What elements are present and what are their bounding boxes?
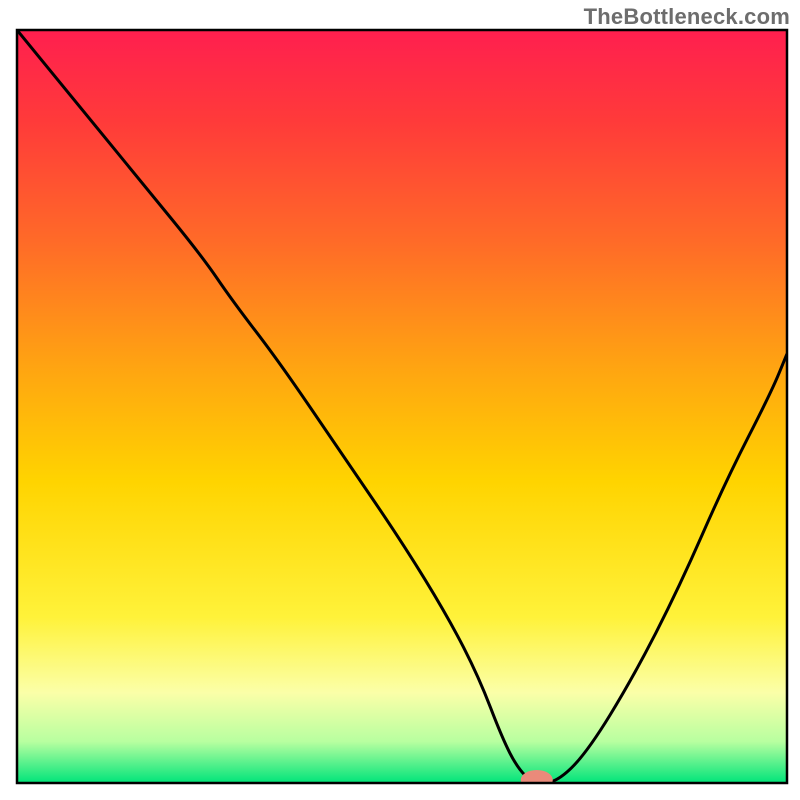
watermark-text: TheBottleneck.com [584,4,790,30]
optimal-marker [521,770,553,790]
plot-area [17,30,787,790]
heatmap-background [17,30,787,783]
bottleneck-chart [0,0,800,800]
chart-stage: TheBottleneck.com [0,0,800,800]
